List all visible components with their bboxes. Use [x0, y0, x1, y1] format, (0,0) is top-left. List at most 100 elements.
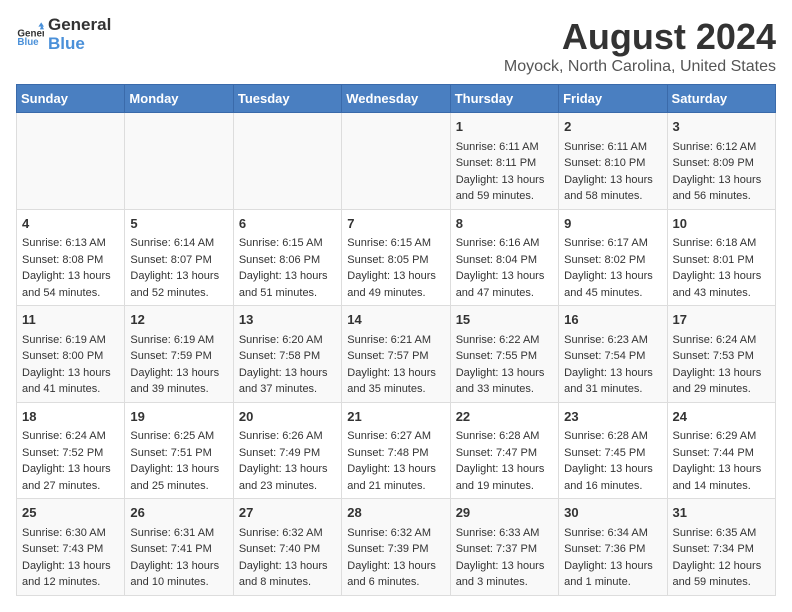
calendar-cell: 10Sunrise: 6:18 AMSunset: 8:01 PMDayligh… [667, 209, 775, 306]
day-number: 8 [456, 214, 553, 234]
day-info: Sunset: 8:01 PM [673, 252, 770, 269]
day-info: Sunrise: 6:31 AM [130, 525, 227, 542]
day-number: 24 [673, 407, 770, 427]
logo-icon: General Blue [16, 21, 44, 49]
day-info: Sunset: 8:08 PM [22, 252, 119, 269]
day-info: and 16 minutes. [564, 478, 661, 495]
day-info: Daylight: 13 hours [130, 268, 227, 285]
day-info: Sunset: 8:10 PM [564, 155, 661, 172]
calendar-header: SundayMondayTuesdayWednesdayThursdayFrid… [17, 85, 776, 113]
day-info: Sunset: 8:02 PM [564, 252, 661, 269]
calendar-cell: 20Sunrise: 6:26 AMSunset: 7:49 PMDayligh… [233, 402, 341, 499]
calendar-table: SundayMondayTuesdayWednesdayThursdayFrid… [16, 84, 776, 596]
day-info: Daylight: 13 hours [456, 365, 553, 382]
day-info: Sunrise: 6:27 AM [347, 428, 444, 445]
day-info: Sunrise: 6:29 AM [673, 428, 770, 445]
day-info: Sunset: 7:59 PM [130, 348, 227, 365]
day-info: Sunset: 7:43 PM [22, 541, 119, 558]
day-info: and 29 minutes. [673, 381, 770, 398]
day-info: and 33 minutes. [456, 381, 553, 398]
header-day-tuesday: Tuesday [233, 85, 341, 113]
day-info: Sunset: 7:36 PM [564, 541, 661, 558]
day-info: Sunset: 8:05 PM [347, 252, 444, 269]
day-info: Sunrise: 6:28 AM [564, 428, 661, 445]
calendar-body: 1Sunrise: 6:11 AMSunset: 8:11 PMDaylight… [17, 113, 776, 596]
day-info: Daylight: 13 hours [564, 268, 661, 285]
day-info: and 59 minutes. [456, 188, 553, 205]
day-info: Daylight: 13 hours [673, 365, 770, 382]
subtitle: Moyock, North Carolina, United States [504, 58, 776, 76]
day-info: Sunrise: 6:11 AM [456, 139, 553, 156]
day-info: and 8 minutes. [239, 574, 336, 591]
calendar-cell: 8Sunrise: 6:16 AMSunset: 8:04 PMDaylight… [450, 209, 558, 306]
day-number: 20 [239, 407, 336, 427]
calendar-cell: 26Sunrise: 6:31 AMSunset: 7:41 PMDayligh… [125, 499, 233, 596]
day-info: Sunrise: 6:24 AM [22, 428, 119, 445]
header-row: SundayMondayTuesdayWednesdayThursdayFrid… [17, 85, 776, 113]
logo-general-text: General [48, 16, 111, 35]
day-info: Sunset: 7:57 PM [347, 348, 444, 365]
day-info: Daylight: 13 hours [239, 461, 336, 478]
calendar-cell: 14Sunrise: 6:21 AMSunset: 7:57 PMDayligh… [342, 306, 450, 403]
calendar-cell: 6Sunrise: 6:15 AMSunset: 8:06 PMDaylight… [233, 209, 341, 306]
day-info: Daylight: 13 hours [347, 365, 444, 382]
calendar-cell: 23Sunrise: 6:28 AMSunset: 7:45 PMDayligh… [559, 402, 667, 499]
calendar-cell: 13Sunrise: 6:20 AMSunset: 7:58 PMDayligh… [233, 306, 341, 403]
day-info: and 35 minutes. [347, 381, 444, 398]
day-number: 4 [22, 214, 119, 234]
day-number: 28 [347, 503, 444, 523]
main-title: August 2024 [504, 16, 776, 58]
day-info: Sunset: 8:00 PM [22, 348, 119, 365]
svg-text:Blue: Blue [17, 36, 39, 47]
day-info: Sunset: 7:54 PM [564, 348, 661, 365]
day-info: and 58 minutes. [564, 188, 661, 205]
day-info: Daylight: 13 hours [564, 558, 661, 575]
day-info: Sunrise: 6:32 AM [347, 525, 444, 542]
page-header: General Blue General Blue August 2024 Mo… [16, 16, 776, 76]
day-info: Daylight: 13 hours [564, 365, 661, 382]
day-info: Sunset: 8:04 PM [456, 252, 553, 269]
day-info: and 25 minutes. [130, 478, 227, 495]
day-info: Sunset: 7:52 PM [22, 445, 119, 462]
day-info: Sunrise: 6:33 AM [456, 525, 553, 542]
day-info: Daylight: 13 hours [130, 558, 227, 575]
day-info: and 21 minutes. [347, 478, 444, 495]
day-info: and 12 minutes. [22, 574, 119, 591]
day-info: Daylight: 13 hours [673, 268, 770, 285]
day-info: Sunrise: 6:26 AM [239, 428, 336, 445]
day-info: Sunset: 8:06 PM [239, 252, 336, 269]
day-info: Sunrise: 6:15 AM [347, 235, 444, 252]
calendar-cell: 19Sunrise: 6:25 AMSunset: 7:51 PMDayligh… [125, 402, 233, 499]
calendar-cell: 28Sunrise: 6:32 AMSunset: 7:39 PMDayligh… [342, 499, 450, 596]
day-info: Sunset: 8:09 PM [673, 155, 770, 172]
day-info: and 23 minutes. [239, 478, 336, 495]
calendar-cell: 31Sunrise: 6:35 AMSunset: 7:34 PMDayligh… [667, 499, 775, 596]
day-info: Daylight: 13 hours [347, 461, 444, 478]
day-info: Sunrise: 6:11 AM [564, 139, 661, 156]
day-info: and 54 minutes. [22, 285, 119, 302]
day-info: Daylight: 13 hours [239, 365, 336, 382]
day-info: Sunset: 7:40 PM [239, 541, 336, 558]
header-day-monday: Monday [125, 85, 233, 113]
day-info: Daylight: 13 hours [22, 558, 119, 575]
day-info: Daylight: 13 hours [130, 461, 227, 478]
day-info: Daylight: 13 hours [456, 558, 553, 575]
day-number: 7 [347, 214, 444, 234]
title-area: August 2024 Moyock, North Carolina, Unit… [504, 16, 776, 76]
day-info: and 6 minutes. [347, 574, 444, 591]
day-info: Sunset: 7:44 PM [673, 445, 770, 462]
day-number: 31 [673, 503, 770, 523]
day-number: 17 [673, 310, 770, 330]
day-number: 11 [22, 310, 119, 330]
day-info: Daylight: 13 hours [456, 461, 553, 478]
calendar-cell: 5Sunrise: 6:14 AMSunset: 8:07 PMDaylight… [125, 209, 233, 306]
header-day-wednesday: Wednesday [342, 85, 450, 113]
header-day-saturday: Saturday [667, 85, 775, 113]
day-number: 13 [239, 310, 336, 330]
calendar-cell: 11Sunrise: 6:19 AMSunset: 8:00 PMDayligh… [17, 306, 125, 403]
day-info: Sunset: 7:55 PM [456, 348, 553, 365]
day-info: Daylight: 13 hours [564, 461, 661, 478]
calendar-cell: 30Sunrise: 6:34 AMSunset: 7:36 PMDayligh… [559, 499, 667, 596]
calendar-cell [17, 113, 125, 210]
day-info: Sunset: 7:39 PM [347, 541, 444, 558]
